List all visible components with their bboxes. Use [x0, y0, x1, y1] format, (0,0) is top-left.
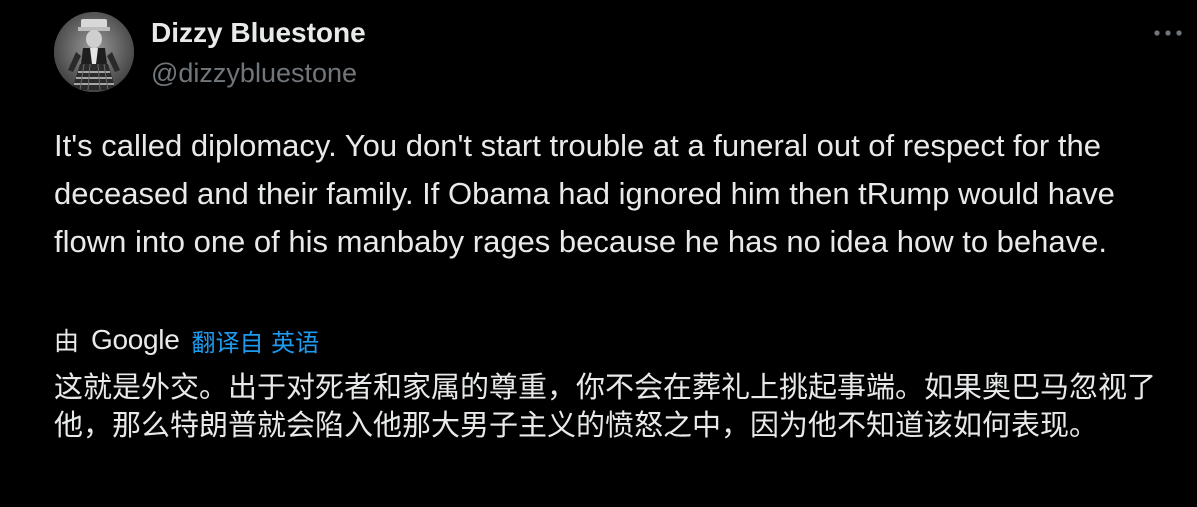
- more-options-button[interactable]: [1146, 16, 1190, 50]
- more-horizontal-icon: [1154, 30, 1182, 36]
- vintage-portrait-avatar-icon: [54, 12, 134, 92]
- translated-from-link[interactable]: 翻译自 英语: [192, 323, 320, 358]
- translated-tweet-text: 这就是外交。出于对死者和家属的尊重，你不会在葬礼上挑起事端。如果奥巴马忽视了他，…: [54, 370, 1157, 442]
- translated-by-label: 由: [54, 327, 80, 356]
- display-name[interactable]: Dizzy Bluestone: [151, 16, 366, 50]
- user-handle[interactable]: @dizzybluestone: [151, 56, 357, 90]
- google-logo: Google: [91, 324, 180, 355]
- avatar[interactable]: [54, 12, 134, 92]
- translation-attribution: 由 Google 翻译自 英语: [54, 320, 319, 360]
- tweet: Dizzy Bluestone @dizzybluestone It's cal…: [0, 0, 1197, 507]
- tweet-text: It's called diplomacy. You don't start t…: [54, 128, 1115, 259]
